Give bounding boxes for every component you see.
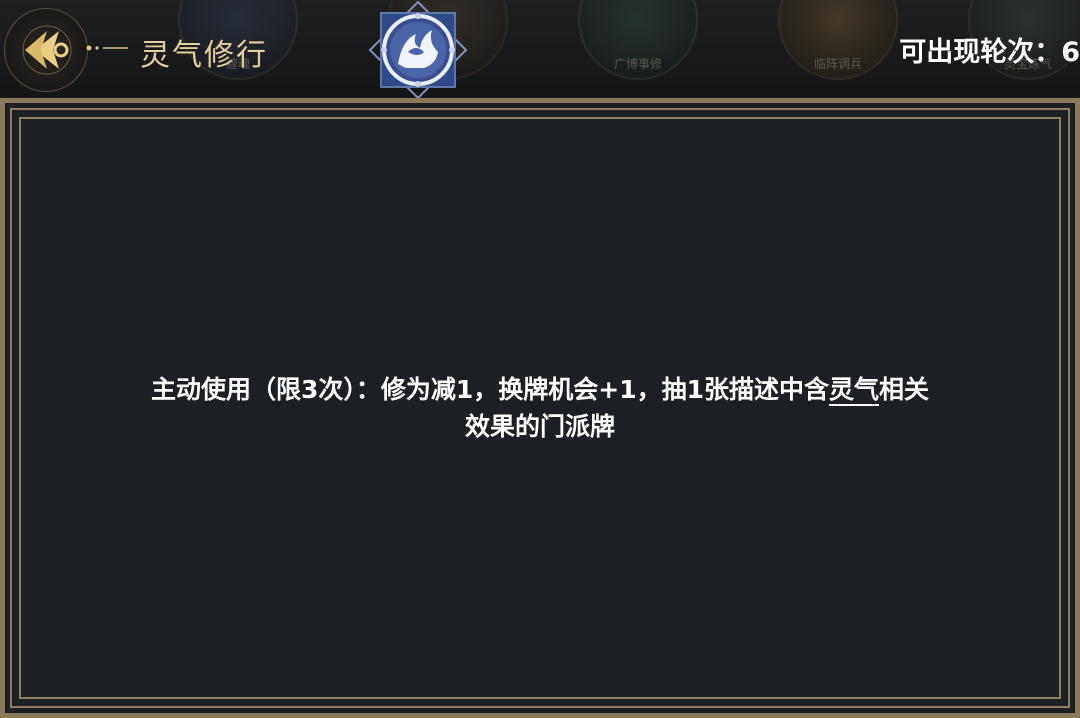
description-panel: 主动使用（限3次）：修为减1，换牌机会+1，抽1张描述中含灵气相关 效果的门派牌: [0, 98, 1080, 718]
bg-emblem-4: 临阵调兵: [778, 0, 898, 80]
bg-emblem-3: 广博事修: [578, 0, 698, 80]
bg-emblem-caption: 广博事修: [613, 57, 662, 71]
back-button[interactable]: [4, 8, 88, 92]
title-divider-icon: [86, 45, 128, 51]
top-bar: 缠魂 广博事修 临阵调兵 灵宝炼气 灵气修行 可出现轮次：6: [0, 0, 1080, 100]
description-line-2: 效果的门派牌: [464, 412, 615, 441]
description-text-pre: 主动使用（限3次）：修为减1，换牌机会+1，抽1张描述中含: [150, 375, 829, 404]
bg-emblem-caption: 临阵调兵: [813, 57, 862, 71]
available-rounds-label: 可出现轮次：6: [899, 37, 1080, 68]
description-text-post: 相关: [879, 375, 930, 404]
back-arrow-icon: [22, 25, 72, 75]
keyword-link-lingqi[interactable]: 灵气: [829, 375, 879, 404]
page-title: 灵气修行: [140, 38, 268, 73]
description-line-1: 主动使用（限3次）：修为减1，换牌机会+1，抽1张描述中含灵气相关: [65, 371, 1015, 408]
card-description: 主动使用（限3次）：修为减1，换牌机会+1，抽1张描述中含灵气相关 效果的门派牌: [65, 371, 1015, 445]
qi-spirit-emblem-icon[interactable]: [368, 0, 468, 100]
